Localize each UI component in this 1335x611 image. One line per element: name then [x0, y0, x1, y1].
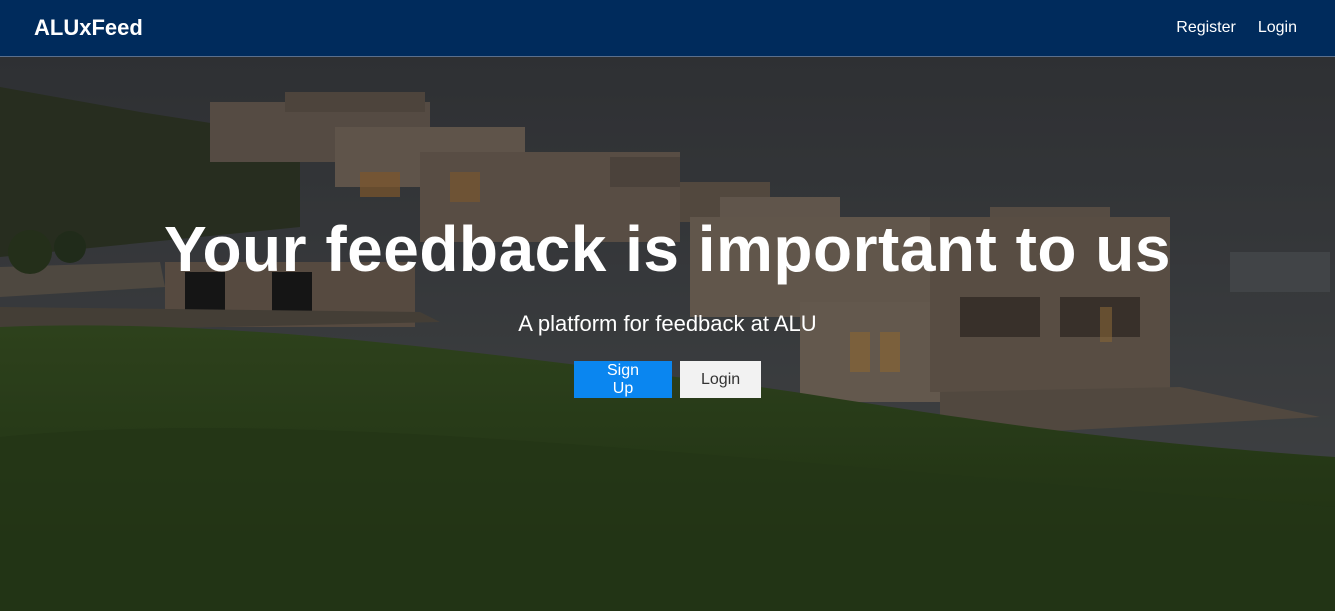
hero-buttons: Sign Up Login [0, 361, 1335, 398]
nav-login-link[interactable]: Login [1258, 19, 1297, 37]
hero-content: Your feedback is important to us A platf… [0, 217, 1335, 398]
login-button[interactable]: Login [680, 361, 761, 398]
nav-links: Register Login [1176, 19, 1297, 37]
sign-up-button[interactable]: Sign Up [574, 361, 672, 398]
brand-logo[interactable]: ALUxFeed [34, 15, 143, 41]
navbar: ALUxFeed Register Login [0, 0, 1335, 57]
hero-title: Your feedback is important to us [164, 213, 1171, 285]
hero-section: Your feedback is important to us A platf… [0, 57, 1335, 611]
hero-subtitle: A platform for feedback at ALU [518, 311, 817, 336]
nav-register-link[interactable]: Register [1176, 19, 1236, 37]
